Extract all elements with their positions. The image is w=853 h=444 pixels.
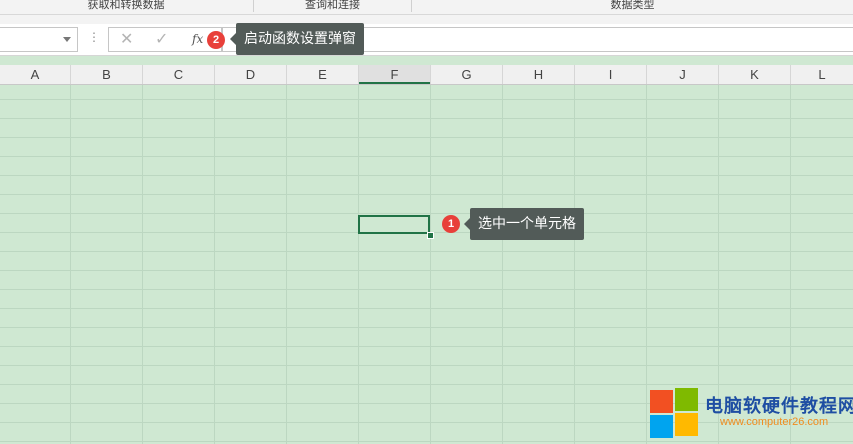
column-header-d[interactable]: D bbox=[215, 65, 286, 84]
cancel-icon[interactable]: ✕ bbox=[120, 31, 133, 47]
logo-blue-square bbox=[650, 415, 673, 438]
step-1-text: 选中一个单元格 bbox=[478, 216, 576, 232]
step-1-tooltip: 选中一个单元格 bbox=[464, 208, 584, 240]
ribbon-group-queries: 查询和连接 bbox=[305, 0, 360, 11]
column-header-h[interactable]: H bbox=[503, 65, 574, 84]
column-header-j[interactable]: J bbox=[647, 65, 718, 84]
logo-red-square bbox=[650, 390, 673, 413]
fill-handle[interactable] bbox=[427, 232, 434, 239]
watermark-url: www.computer26.com bbox=[720, 416, 829, 428]
step-2-text: 启动函数设置弹窗 bbox=[244, 31, 356, 47]
column-header-l[interactable]: L bbox=[791, 65, 853, 84]
column-header-e[interactable]: E bbox=[287, 65, 358, 84]
step-2-badge: 2 bbox=[207, 31, 225, 49]
column-header-row: A B C D E F G H I J K L bbox=[0, 65, 853, 85]
column-header-c[interactable]: C bbox=[143, 65, 214, 84]
ribbon-group-labels: 获取和转换数据 查询和连接 数据类型 bbox=[0, 0, 853, 15]
column-header-b[interactable]: B bbox=[71, 65, 142, 84]
column-header-i[interactable]: I bbox=[575, 65, 646, 84]
watermark-title: 电脑软硬件教程网 bbox=[705, 396, 853, 417]
windows-logo-icon bbox=[650, 388, 699, 438]
selected-cell[interactable] bbox=[358, 215, 430, 234]
logo-green-square bbox=[675, 388, 698, 411]
name-box[interactable] bbox=[0, 27, 78, 52]
more-options-icon[interactable]: ⋮ bbox=[88, 30, 100, 44]
ribbon-bottom-strip bbox=[0, 15, 853, 24]
column-header-g[interactable]: G bbox=[431, 65, 502, 84]
ribbon-group-get-transform: 获取和转换数据 bbox=[87, 0, 165, 11]
chevron-down-icon[interactable] bbox=[63, 37, 71, 42]
step-2-tooltip: 启动函数设置弹窗 bbox=[230, 23, 364, 55]
column-header-k[interactable]: K bbox=[719, 65, 790, 84]
ribbon-group-data-types: 数据类型 bbox=[610, 0, 655, 11]
formula-bar: ⋮ ✕ ✓ fx bbox=[0, 24, 853, 56]
column-header-a[interactable]: A bbox=[0, 65, 70, 84]
insert-function-button[interactable]: fx bbox=[192, 32, 203, 46]
step-1-badge: 1 bbox=[442, 215, 460, 233]
logo-yellow-square bbox=[675, 413, 698, 436]
site-watermark: 电脑软硬件教程网 www.computer26.com bbox=[650, 388, 853, 444]
enter-icon[interactable]: ✓ bbox=[155, 31, 168, 47]
formula-buttons: ✕ ✓ fx bbox=[108, 27, 222, 52]
column-header-f[interactable]: F bbox=[359, 65, 430, 84]
